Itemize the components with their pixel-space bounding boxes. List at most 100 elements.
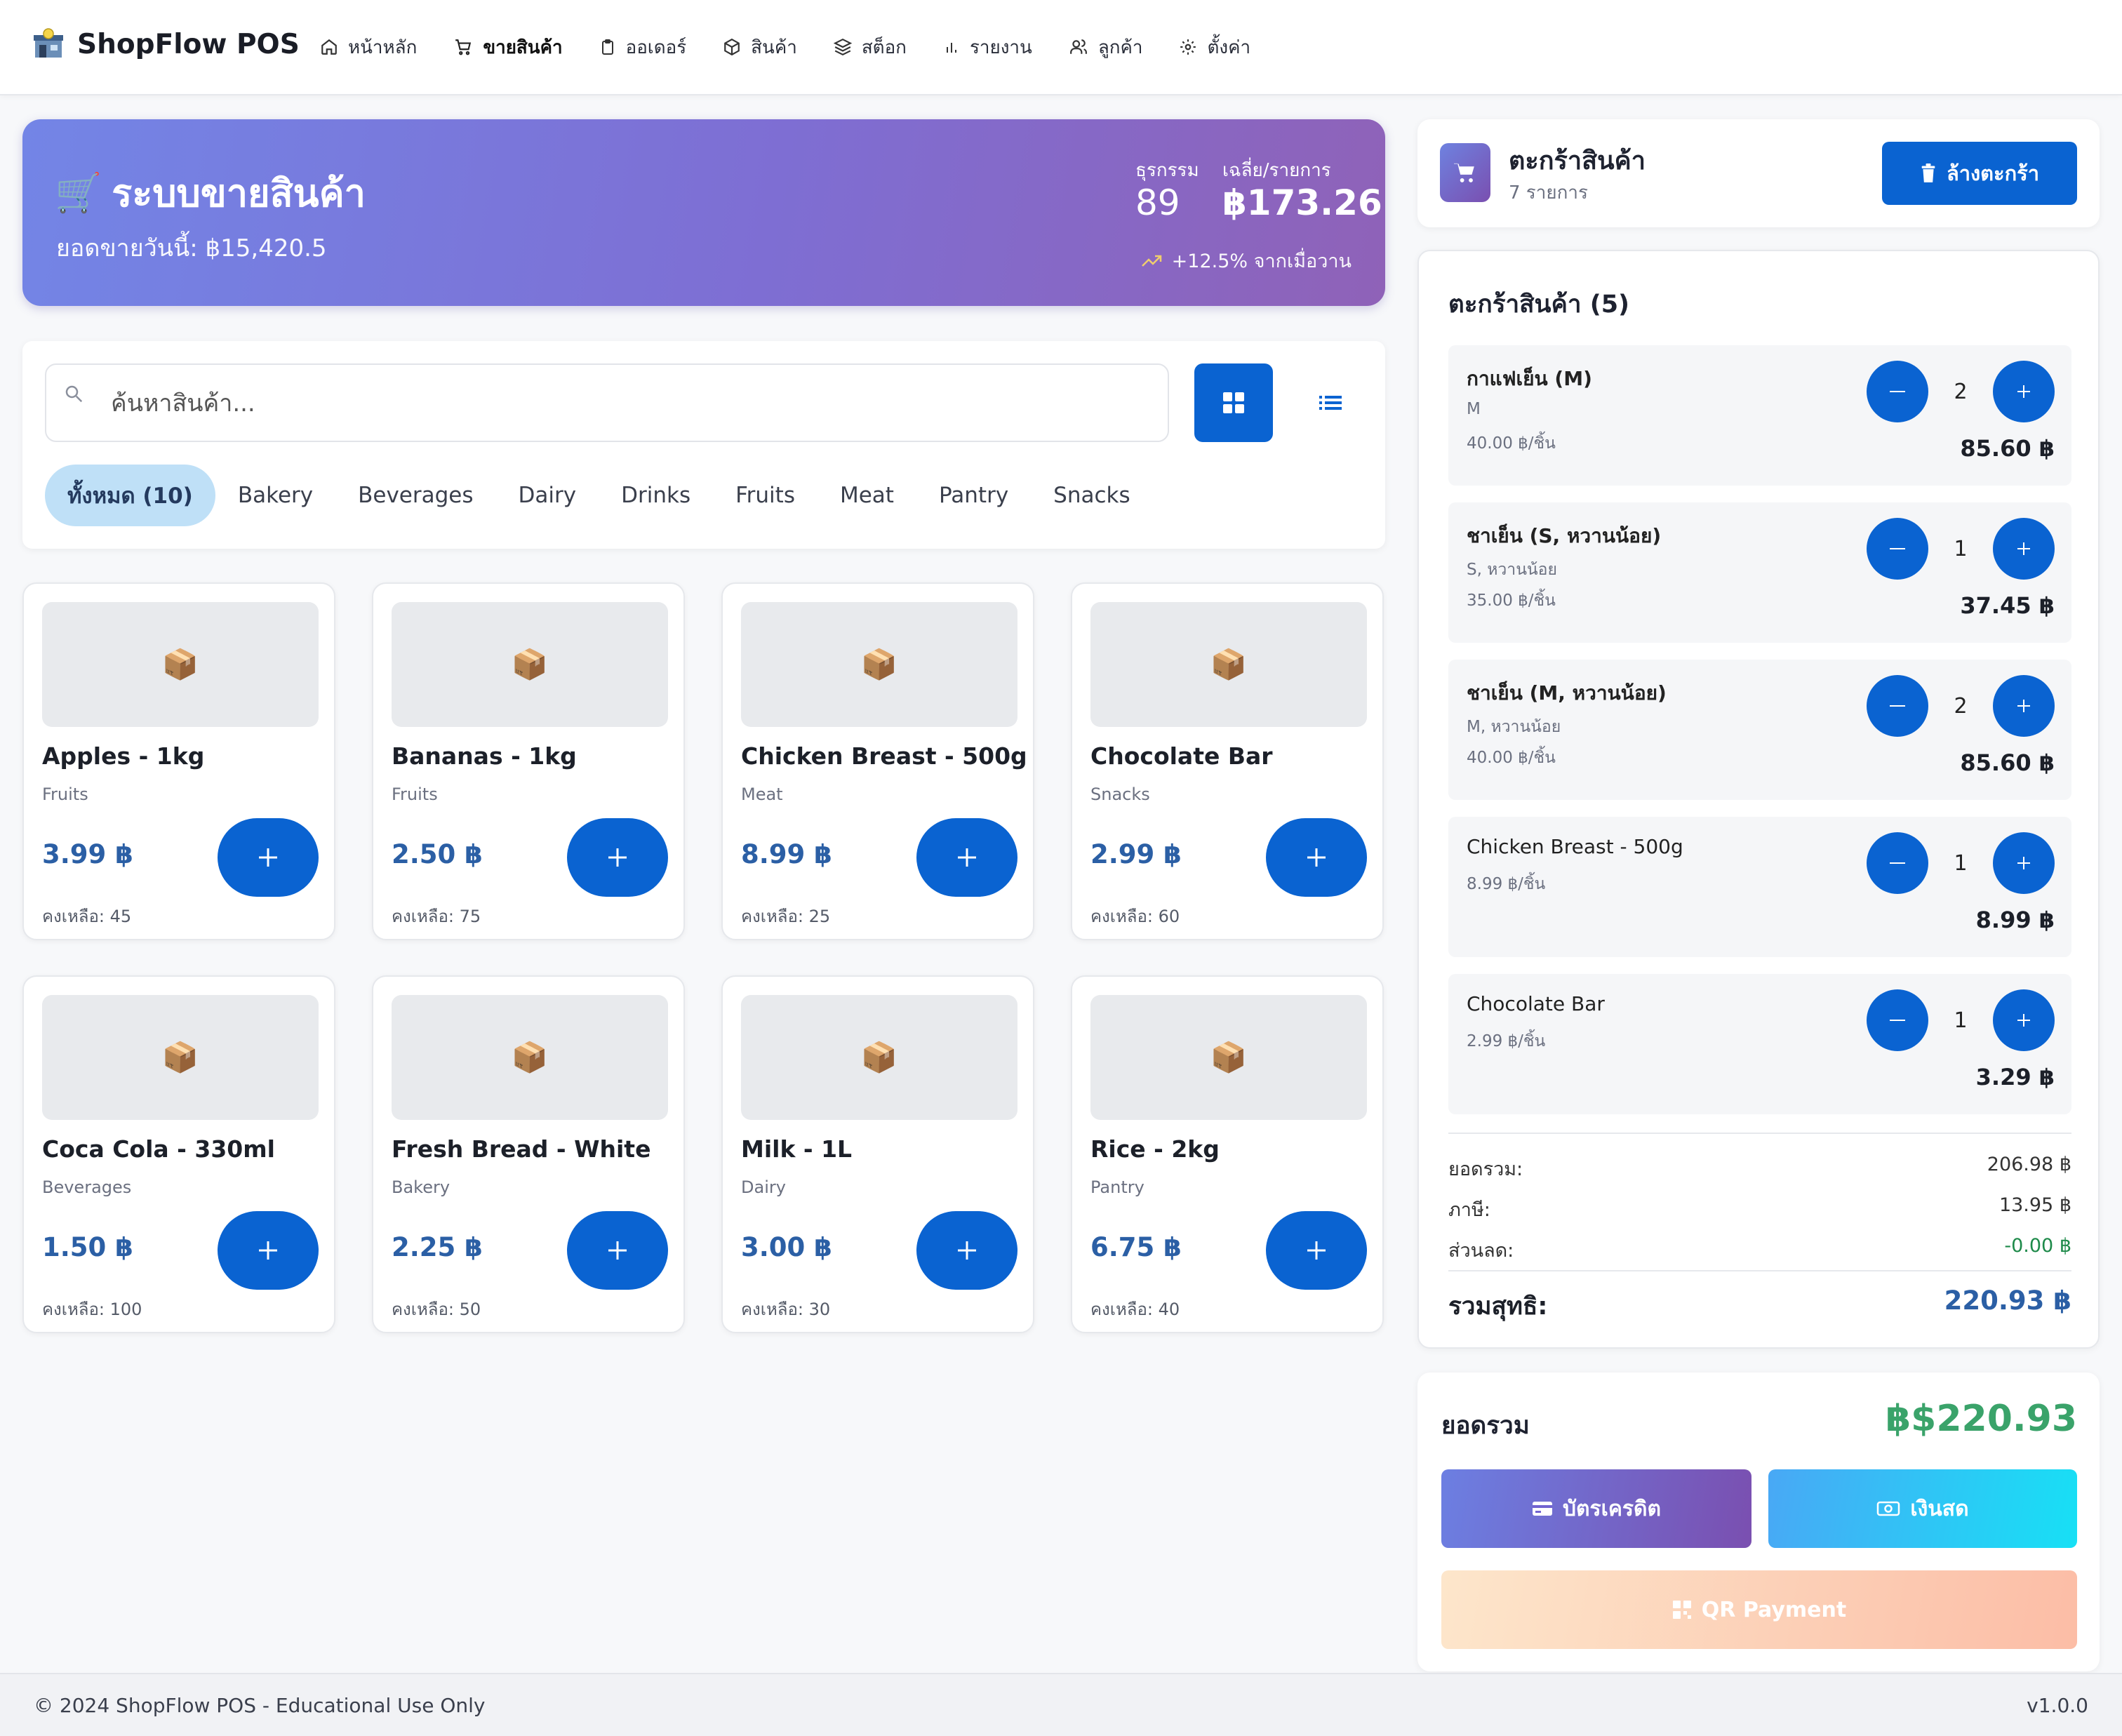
cart-list-title: ตะกร้าสินค้า (5): [1448, 291, 1630, 319]
add-to-cart-button[interactable]: [916, 818, 1017, 897]
decrease-qty-button[interactable]: [1867, 518, 1928, 580]
cart-item-total: 8.99 ฿: [1975, 907, 2055, 933]
grid-view-button[interactable]: [1194, 363, 1273, 442]
add-to-cart-button[interactable]: [218, 818, 319, 897]
increase-qty-button[interactable]: [1993, 675, 2055, 737]
decrease-qty-button[interactable]: [1867, 675, 1928, 737]
search-box[interactable]: [45, 363, 1169, 442]
cart-item-options: M: [1467, 400, 1481, 418]
trash-icon: [1920, 163, 1937, 183]
users-icon: [1069, 38, 1088, 56]
category-chip-pantry[interactable]: Pantry: [916, 465, 1031, 526]
cart-item-qty: 2: [1954, 693, 1968, 719]
add-to-cart-button[interactable]: [567, 1211, 668, 1290]
credit-card-button[interactable]: บัตรเครดิต: [1441, 1469, 1751, 1548]
payment-total-label: ยอดรวม: [1441, 1412, 1530, 1440]
nav-item-label: สต็อก: [861, 36, 907, 58]
add-to-cart-button[interactable]: [1266, 1211, 1367, 1290]
home-icon: [320, 38, 338, 56]
nav-item-reports[interactable]: รายงาน: [943, 31, 1032, 63]
product-card[interactable]: 📦 Fresh Bread - White Bakery 2.25 ฿ คงเห…: [372, 975, 685, 1333]
nav-item-customers[interactable]: ลูกค้า: [1069, 31, 1142, 63]
product-stock: คงเหลือ: 25: [741, 907, 831, 926]
nav-item-products[interactable]: สินค้า: [723, 31, 797, 63]
list-icon: [1319, 394, 1342, 412]
nav-item-stock[interactable]: สต็อก: [833, 31, 907, 63]
package-icon: 📦: [392, 995, 668, 1120]
product-card[interactable]: 📦 Coca Cola - 330ml Beverages 1.50 ฿ คงเ…: [22, 975, 335, 1333]
product-card[interactable]: 📦 Bananas - 1kg Fruits 2.50 ฿ คงเหลือ: 7…: [372, 582, 685, 940]
category-chip-drinks[interactable]: Drinks: [599, 465, 713, 526]
product-name: Chicken Breast - 500g: [741, 742, 1027, 770]
cart-item: ชาเย็น (S, หวานน้อย) S, หวานน้อย 35.00 ฿…: [1448, 502, 2071, 643]
footer: © 2024 ShopFlow POS - Educational Use On…: [0, 1673, 2122, 1736]
category-chip-meat[interactable]: Meat: [818, 465, 916, 526]
product-price: 1.50 ฿: [42, 1232, 133, 1262]
cart-item-total: 3.29 ฿: [1975, 1064, 2055, 1090]
product-card[interactable]: 📦 Chicken Breast - 500g Meat 8.99 ฿ คงเห…: [721, 582, 1034, 940]
add-to-cart-button[interactable]: [218, 1211, 319, 1290]
product-card[interactable]: 📦 Chocolate Bar Snacks 2.99 ฿ คงเหลือ: 6…: [1071, 582, 1384, 940]
box-icon: [723, 38, 741, 56]
increase-qty-button[interactable]: [1993, 518, 2055, 580]
package-icon: 📦: [741, 995, 1017, 1120]
search-icon: [63, 383, 84, 404]
add-to-cart-button[interactable]: [1266, 818, 1367, 897]
product-name: Milk - 1L: [741, 1135, 853, 1163]
product-card[interactable]: 📦 Apples - 1kg Fruits 3.99 ฿ คงเหลือ: 45: [22, 582, 335, 940]
product-card[interactable]: 📦 Rice - 2kg Pantry 6.75 ฿ คงเหลือ: 40: [1071, 975, 1384, 1333]
product-stock: คงเหลือ: 100: [42, 1300, 142, 1319]
qr-payment-label: QR Payment: [1701, 1597, 1847, 1622]
brand[interactable]: ShopFlow POS: [32, 28, 300, 60]
decrease-qty-button[interactable]: [1867, 832, 1928, 894]
cart-item-unit-price: 8.99 ฿/ชิ้น: [1467, 875, 1546, 893]
list-view-button[interactable]: [1291, 363, 1370, 442]
category-chip-dairy[interactable]: Dairy: [496, 465, 599, 526]
subtotal-value: 206.98 ฿: [1987, 1154, 2071, 1175]
cart-item-total: 85.60 ฿: [1960, 435, 2055, 462]
cart-title: ตะกร้าสินค้า: [1509, 147, 1646, 175]
cash-button[interactable]: เงินสด: [1768, 1469, 2077, 1548]
category-chip-fruits[interactable]: Fruits: [713, 465, 818, 526]
clipboard-icon: [599, 38, 616, 56]
cart-header: ตะกร้าสินค้า 7 รายการ ล้างตะกร้า: [1417, 119, 2100, 227]
decrease-qty-button[interactable]: [1867, 989, 1928, 1051]
divider: [1448, 1133, 2071, 1134]
product-price: 3.99 ฿: [42, 839, 133, 869]
nav-item-sell[interactable]: ขายสินค้า: [453, 31, 563, 63]
product-card[interactable]: 📦 Milk - 1L Dairy 3.00 ฿ คงเหลือ: 30: [721, 975, 1034, 1333]
product-price: 8.99 ฿: [741, 839, 832, 869]
category-chip-snacks[interactable]: Snacks: [1031, 465, 1152, 526]
increase-qty-button[interactable]: [1993, 832, 2055, 894]
product-category: Fruits: [392, 784, 438, 804]
category-chip-beverages[interactable]: Beverages: [335, 465, 495, 526]
clear-cart-button[interactable]: ล้างตะกร้า: [1882, 142, 2077, 205]
search-input[interactable]: [111, 380, 1149, 427]
cart-item-unit-price: 35.00 ฿/ชิ้น: [1467, 592, 1556, 610]
layers-icon: [833, 38, 852, 56]
nav-item-home[interactable]: หน้าหลัก: [320, 31, 417, 63]
cart-item-name: ชาเย็น (M, หวานน้อย): [1467, 681, 1667, 705]
qr-code-icon: [1672, 1600, 1692, 1620]
today-sales: ยอดขายวันนี้: ฿15,420.5: [56, 234, 327, 262]
category-chip-all[interactable]: ทั้งหมด (10): [45, 465, 215, 526]
increase-qty-button[interactable]: [1993, 989, 2055, 1051]
decrease-qty-button[interactable]: [1867, 361, 1928, 422]
add-to-cart-button[interactable]: [916, 1211, 1017, 1290]
store-icon: [32, 28, 65, 60]
nav-item-label: หน้าหลัก: [348, 36, 418, 58]
growth-text: +12.5% จากเมื่อวาน: [1171, 251, 1352, 272]
cart-item-total: 85.60 ฿: [1960, 749, 2055, 776]
nav-item-label: สินค้า: [751, 36, 797, 58]
nav-item-orders[interactable]: ออเดอร์: [599, 31, 686, 63]
package-icon: 📦: [1090, 602, 1367, 727]
cart-item: Chicken Breast - 500g 8.99 ฿/ชิ้น 1 8.99…: [1448, 817, 2071, 957]
add-to-cart-button[interactable]: [567, 818, 668, 897]
category-chip-bakery[interactable]: Bakery: [215, 465, 335, 526]
product-stock: คงเหลือ: 45: [42, 907, 132, 926]
qr-payment-button[interactable]: QR Payment: [1441, 1570, 2077, 1649]
increase-qty-button[interactable]: [1993, 361, 2055, 422]
product-name: Bananas - 1kg: [392, 742, 577, 770]
nav-item-settings[interactable]: ตั้งค่า: [1179, 31, 1250, 63]
discount-row: ส่วนลด: -0.00 ฿: [1448, 1235, 2071, 1265]
